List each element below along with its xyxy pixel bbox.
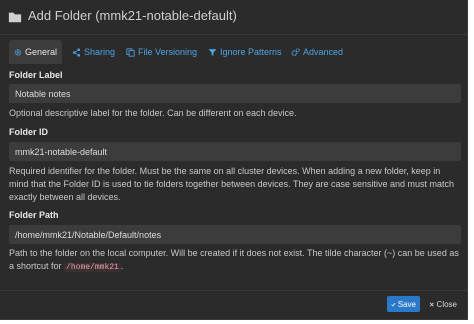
save-label: Save [397, 299, 416, 309]
close-label: Close [436, 299, 457, 309]
cogs-icon [291, 47, 300, 56]
folder-path-help-end: . [120, 261, 124, 271]
folder-id-label: Folder ID [9, 127, 49, 137]
folder-path-input[interactable] [9, 225, 461, 244]
tab-ignore-patterns[interactable]: Ignore Patterns [208, 40, 282, 64]
tab-label: Sharing [84, 47, 116, 57]
close-icon [429, 301, 434, 307]
share-icon [72, 47, 81, 57]
check-icon [391, 302, 396, 306]
save-button[interactable]: Save [387, 296, 420, 312]
tab-label: Advanced [303, 47, 344, 57]
tab-label: File Versioning [138, 47, 198, 57]
folder-path-help: Path to the folder on the local computer… [9, 247, 461, 274]
tab-advanced[interactable]: Advanced [291, 40, 343, 64]
folder-label-input[interactable] [9, 84, 461, 103]
folder-path-label: Folder Path [9, 210, 59, 220]
tab-label: General [24, 47, 57, 57]
tab-sharing[interactable]: Sharing [72, 40, 115, 64]
tab-label: Ignore Patterns [220, 47, 282, 57]
tab-general[interactable]: General [9, 40, 62, 64]
folder-icon [8, 12, 22, 23]
copy-icon [126, 47, 135, 57]
close-button[interactable]: Close [427, 296, 459, 312]
folder-id-help: Required identifier for the folder. Must… [9, 166, 455, 202]
home-path-code: /home/mmk21 [64, 263, 121, 272]
dialog-title: Add Folder (mmk21-notable-default) [28, 8, 237, 23]
folder-id-input[interactable] [9, 142, 461, 161]
add-folder-dialog: Add Folder (mmk21-notable-default) Gener… [0, 0, 468, 320]
filter-icon [208, 48, 217, 56]
folder-label-help: Optional descriptive label for the folde… [9, 108, 297, 118]
gear-icon [14, 48, 22, 56]
folder-label-label: Folder Label [9, 70, 63, 80]
tab-file-versioning[interactable]: File Versioning [126, 40, 197, 64]
dialog-header: Add Folder (mmk21-notable-default) [0, 0, 468, 35]
tab-bar: General Sharing File Versioning Ignore P… [0, 40, 468, 64]
footer-divider [0, 290, 468, 291]
